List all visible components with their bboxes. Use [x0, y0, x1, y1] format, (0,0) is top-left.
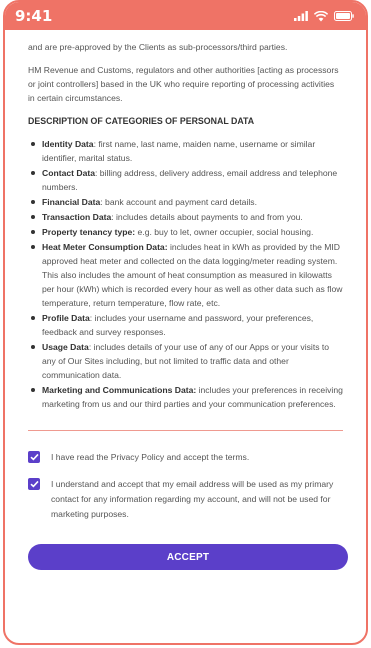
privacy-consent-row[interactable]: I have read the Privacy Policy and accep… [28, 450, 343, 465]
checkbox-checked-icon[interactable] [28, 451, 40, 463]
item-text: e.g. buy to let, owner occupier, social … [135, 227, 314, 237]
item-text: : bank account and payment card details. [100, 197, 257, 207]
list-item: Property tenancy type: e.g. buy to let, … [28, 225, 343, 239]
privacy-content: and are pre-approved by the Clients as s… [5, 30, 366, 570]
list-item: Usage Data: includes details of your use… [28, 340, 343, 382]
processors-text: and are pre-approved by the Clients as s… [28, 42, 288, 52]
wifi-icon [314, 10, 328, 21]
hmrc-text: HM Revenue and Customs, regulators and o… [28, 65, 339, 103]
status-time: 9:41 [15, 7, 53, 25]
item-term: Contact Data [42, 168, 96, 178]
list-item: Profile Data: includes your username and… [28, 311, 343, 339]
status-bar: 9:41 [5, 2, 366, 30]
item-text: : includes details about payments to and… [111, 212, 303, 222]
email-consent-label: I understand and accept that my email ad… [51, 479, 334, 519]
list-item: Heat Meter Consumption Data: includes he… [28, 240, 343, 310]
list-item: Transaction Data: includes details about… [28, 210, 343, 224]
list-item: Financial Data: bank account and payment… [28, 195, 343, 209]
list-item: Identity Data: first name, last name, ma… [28, 137, 343, 165]
item-term: Transaction Data [42, 212, 112, 222]
item-term: Usage Data [42, 342, 89, 352]
data-categories-list: Identity Data: first name, last name, ma… [28, 137, 343, 411]
item-term: Financial Data [42, 197, 101, 207]
status-icons [294, 10, 354, 22]
item-term: Marketing and Communications Data: [42, 385, 197, 395]
email-consent-row[interactable]: I understand and accept that my email ad… [28, 477, 343, 522]
item-term: Property tenancy type: [42, 227, 136, 237]
item-term: Heat Meter Consumption Data: [42, 242, 168, 252]
list-item: Contact Data: billing address, delivery … [28, 166, 343, 194]
battery-icon [334, 11, 354, 21]
signal-icon [294, 11, 308, 21]
phone-frame: 9:41 and are pre-approved by the Clients… [3, 0, 368, 645]
accept-button[interactable]: ACCEPT [28, 544, 348, 570]
item-term: Identity Data [42, 139, 94, 149]
privacy-consent-label: I have read the Privacy Policy and accep… [51, 452, 250, 462]
checkbox-checked-icon[interactable] [28, 478, 40, 490]
section-heading: DESCRIPTION OF CATEGORIES OF PERSONAL DA… [28, 116, 255, 126]
list-item: Marketing and Communications Data: inclu… [28, 383, 343, 411]
divider [28, 430, 343, 431]
item-term: Profile Data [42, 313, 90, 323]
